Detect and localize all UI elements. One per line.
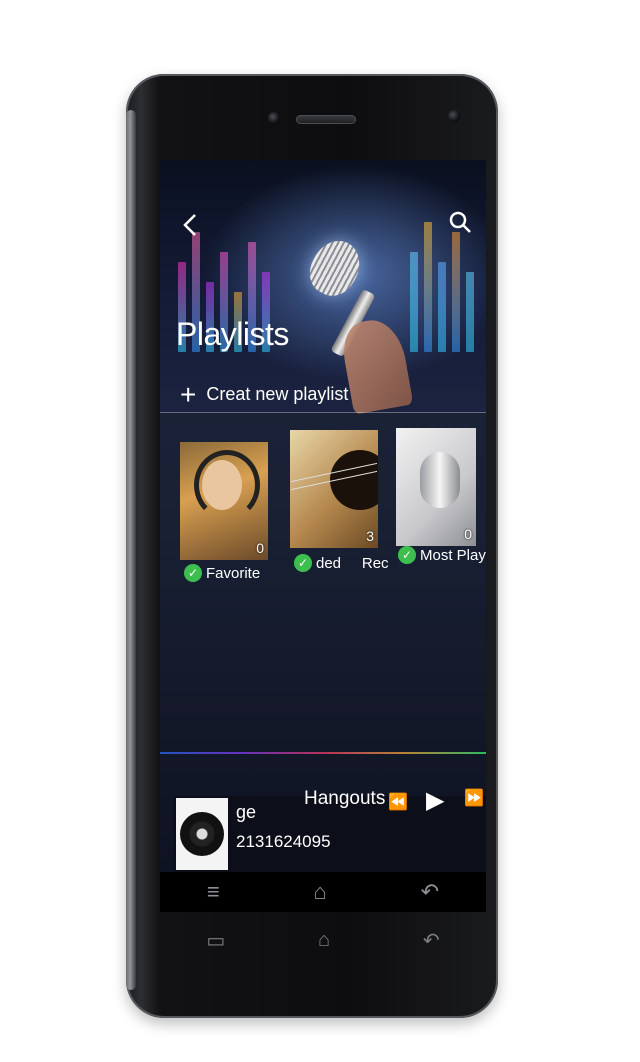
check-icon: ✓ [294, 554, 312, 572]
progress-line [160, 752, 486, 754]
song-title: ge [236, 802, 257, 822]
equalizer-bar [438, 262, 446, 352]
equalizer-bar [410, 252, 418, 352]
check-icon: ✓ [184, 564, 202, 582]
playlist-count: 0 [256, 540, 264, 556]
create-playlist-label: Creat new playlist [206, 384, 349, 404]
menu-icon[interactable]: ≡ [207, 879, 220, 905]
album-art [176, 798, 228, 870]
now-playing-bar[interactable]: ge Hangouts 2131624095 ⏪ ▶ ⏩ [174, 787, 486, 872]
playlist-name: ded Rec [316, 554, 389, 572]
artist-name: Hangouts [304, 788, 386, 809]
back-arrow-icon[interactable] [182, 212, 198, 242]
play-button[interactable]: ▶ [426, 786, 444, 815]
page-title: Playlists [176, 316, 289, 352]
equalizer-bar [452, 232, 460, 352]
divider [160, 412, 486, 413]
next-track-button[interactable]: ⏩ [464, 788, 484, 808]
headphones-image [194, 450, 260, 520]
front-camera [448, 110, 460, 122]
playlist-thumbnail-favorite[interactable]: 0 [180, 442, 268, 560]
hand-image [338, 315, 414, 415]
back-nav-icon[interactable]: ↶ [421, 879, 439, 905]
playlist-thumbnail-recorded[interactable]: 3 [290, 430, 378, 548]
home-icon[interactable]: ⌂ [314, 879, 327, 905]
playlist-name: Favorite [206, 564, 261, 582]
hero-banner [160, 160, 486, 415]
phone-side-edge [126, 110, 136, 990]
earpiece-speaker [296, 115, 356, 124]
recent-apps-icon[interactable]: ▭ [206, 928, 225, 953]
track-number: 2131624095 [236, 832, 331, 851]
soft-navigation-bar: ≡ ⌂ ↶ [160, 872, 486, 912]
equalizer-bar [466, 272, 474, 352]
equalizer-bar [424, 222, 432, 352]
create-playlist-button[interactable]: + Creat new playlist [180, 378, 349, 410]
vinyl-disc-icon [180, 812, 224, 856]
playlist-count: 3 [366, 528, 374, 544]
check-icon: ✓ [398, 546, 416, 564]
proximity-sensor [268, 112, 280, 124]
playlist-label-recorded[interactable]: ✓ ded Rec [294, 554, 389, 572]
playlist-label-most-played[interactable]: ✓ Most Playe [398, 546, 486, 564]
playlist-name: Most Playe [420, 546, 486, 564]
headphones-image [420, 452, 460, 508]
hardware-keys: ▭ ⌂ ↶ [160, 920, 486, 960]
back-key-icon[interactable]: ↶ [423, 928, 440, 953]
app-screen: Playlists + Creat new playlist 0 ✓ Favor… [160, 160, 486, 912]
plus-icon: + [180, 378, 197, 410]
playlist-label-favorite[interactable]: ✓ Favorite [184, 564, 260, 582]
playlist-count: 0 [464, 526, 472, 542]
microphone-image [301, 232, 369, 304]
playlist-thumbnail-most-played[interactable]: 0 [396, 428, 476, 546]
previous-track-button[interactable]: ⏪ [388, 792, 408, 812]
search-icon[interactable] [448, 210, 472, 238]
home-key-icon[interactable]: ⌂ [318, 929, 330, 952]
